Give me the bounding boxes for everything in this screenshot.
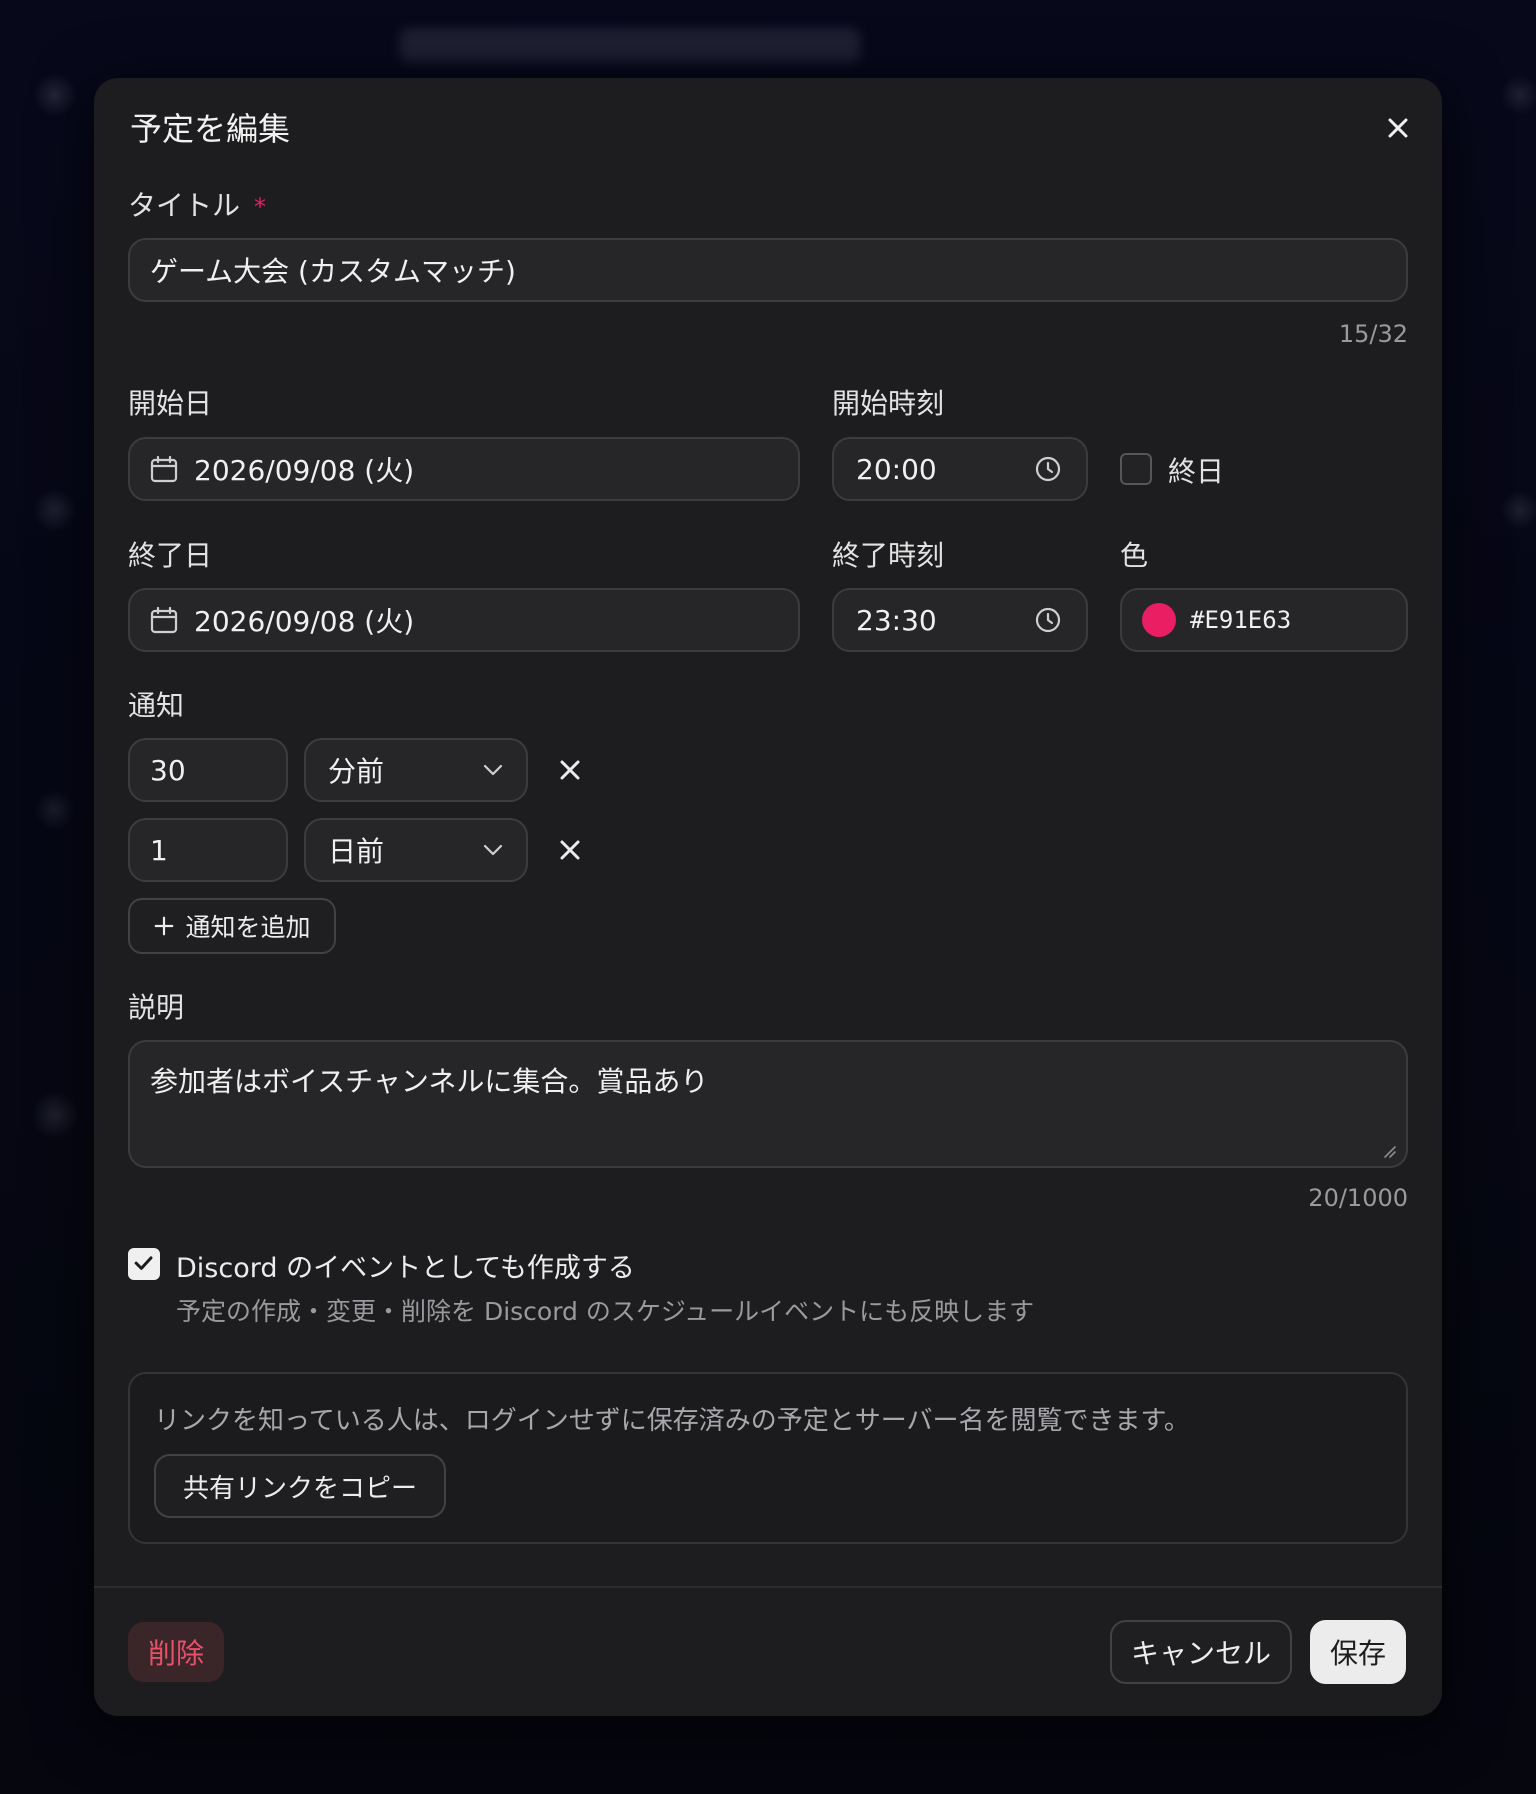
- end-time-value: 23:30: [856, 603, 937, 637]
- description-field[interactable]: 参加者はボイスチャンネルに集合。賞品あり: [128, 1040, 1408, 1168]
- description-textarea[interactable]: 参加者はボイスチャンネルに集合。賞品あり: [150, 1060, 1386, 1148]
- notification-unit-value: 日前: [328, 835, 385, 868]
- notification-amount-input[interactable]: [150, 833, 266, 867]
- chevron-down-icon: [483, 844, 503, 856]
- end-date-label: 終了日: [128, 539, 213, 572]
- resize-grip-icon[interactable]: [1382, 1144, 1396, 1158]
- cancel-label: キャンセル: [1130, 1637, 1271, 1670]
- end-date-field[interactable]: 2026/09/08 (火): [128, 588, 800, 652]
- footer-divider: [94, 1586, 1442, 1588]
- backdrop-blurred-title: [400, 28, 860, 62]
- dialog-title: 予定を編集: [130, 110, 291, 148]
- color-label: 色: [1120, 539, 1149, 572]
- edit-event-dialog: 予定を編集 タイトル * 15/32 開始日 開始時刻 2026/09/08 (火…: [94, 78, 1442, 1716]
- required-mark: *: [254, 193, 267, 221]
- notification-unit-select-1[interactable]: 分前: [304, 738, 528, 802]
- save-button[interactable]: 保存: [1310, 1620, 1406, 1684]
- title-label-text: タイトル: [128, 189, 241, 222]
- title-field[interactable]: [128, 238, 1408, 302]
- clock-icon: [1035, 607, 1061, 633]
- close-button[interactable]: [1380, 110, 1416, 146]
- notification-amount-field-2[interactable]: [128, 818, 288, 882]
- plus-icon: [155, 916, 174, 936]
- notification-unit-select-2[interactable]: 日前: [304, 818, 528, 882]
- title-char-counter: 15/32: [1338, 320, 1408, 348]
- color-hex-value: #E91E63: [1190, 606, 1292, 634]
- end-time-field[interactable]: 23:30: [832, 588, 1088, 652]
- discord-event-label: Discord のイベントとしても作成する: [176, 1253, 635, 1284]
- share-link-panel: リンクを知っている人は、ログインせずに保存済みの予定とサーバー名を閲覧できます。…: [128, 1372, 1408, 1544]
- remove-notification-button-2[interactable]: [556, 836, 584, 868]
- check-icon: [134, 1256, 153, 1270]
- notification-label: 通知: [128, 689, 185, 722]
- remove-notification-button-1[interactable]: [556, 756, 584, 788]
- description-char-counter: 20/1000: [1308, 1184, 1408, 1212]
- all-day-checkbox[interactable]: [1120, 453, 1152, 485]
- end-time-label: 終了時刻: [832, 539, 945, 572]
- add-notification-button[interactable]: 通知を追加: [128, 898, 336, 954]
- start-date-field[interactable]: 2026/09/08 (火): [128, 437, 800, 501]
- start-date-value: 2026/09/08 (火): [194, 454, 415, 487]
- delete-label: 削除: [147, 1637, 204, 1670]
- close-icon: [560, 840, 580, 860]
- save-label: 保存: [1329, 1637, 1386, 1670]
- close-icon: [1388, 118, 1408, 138]
- clock-icon: [1035, 456, 1061, 482]
- share-notice: リンクを知っている人は、ログインせずに保存済みの予定とサーバー名を閲覧できます。: [154, 1406, 1190, 1436]
- copy-share-link-label: 共有リンクをコピー: [182, 1473, 417, 1504]
- notification-unit-value: 分前: [328, 755, 385, 788]
- start-date-label: 開始日: [128, 387, 213, 420]
- title-input[interactable]: [150, 253, 1386, 287]
- calendar-icon: [150, 455, 178, 483]
- close-icon: [560, 760, 580, 780]
- copy-share-link-button[interactable]: 共有リンクをコピー: [154, 1454, 446, 1518]
- color-swatch: [1142, 603, 1176, 637]
- chevron-down-icon: [483, 764, 503, 776]
- start-time-value: 20:00: [856, 452, 937, 486]
- color-picker-field[interactable]: #E91E63: [1120, 588, 1408, 652]
- delete-button[interactable]: 削除: [128, 1622, 224, 1682]
- discord-event-hint: 予定の作成・変更・削除を Discord のスケジュールイベントにも反映します: [176, 1297, 1035, 1326]
- all-day-label: 終日: [1168, 455, 1225, 488]
- add-notification-label: 通知を追加: [185, 913, 311, 942]
- calendar-icon: [150, 606, 178, 634]
- notification-amount-field-1[interactable]: [128, 738, 288, 802]
- start-time-field[interactable]: 20:00: [832, 437, 1088, 501]
- discord-event-checkbox[interactable]: [128, 1248, 160, 1280]
- notification-amount-input[interactable]: [150, 753, 266, 787]
- title-label: タイトル *: [128, 184, 266, 224]
- cancel-button[interactable]: キャンセル: [1110, 1620, 1292, 1684]
- description-label: 説明: [128, 991, 185, 1024]
- start-time-label: 開始時刻: [832, 387, 945, 420]
- end-date-value: 2026/09/08 (火): [194, 605, 415, 638]
